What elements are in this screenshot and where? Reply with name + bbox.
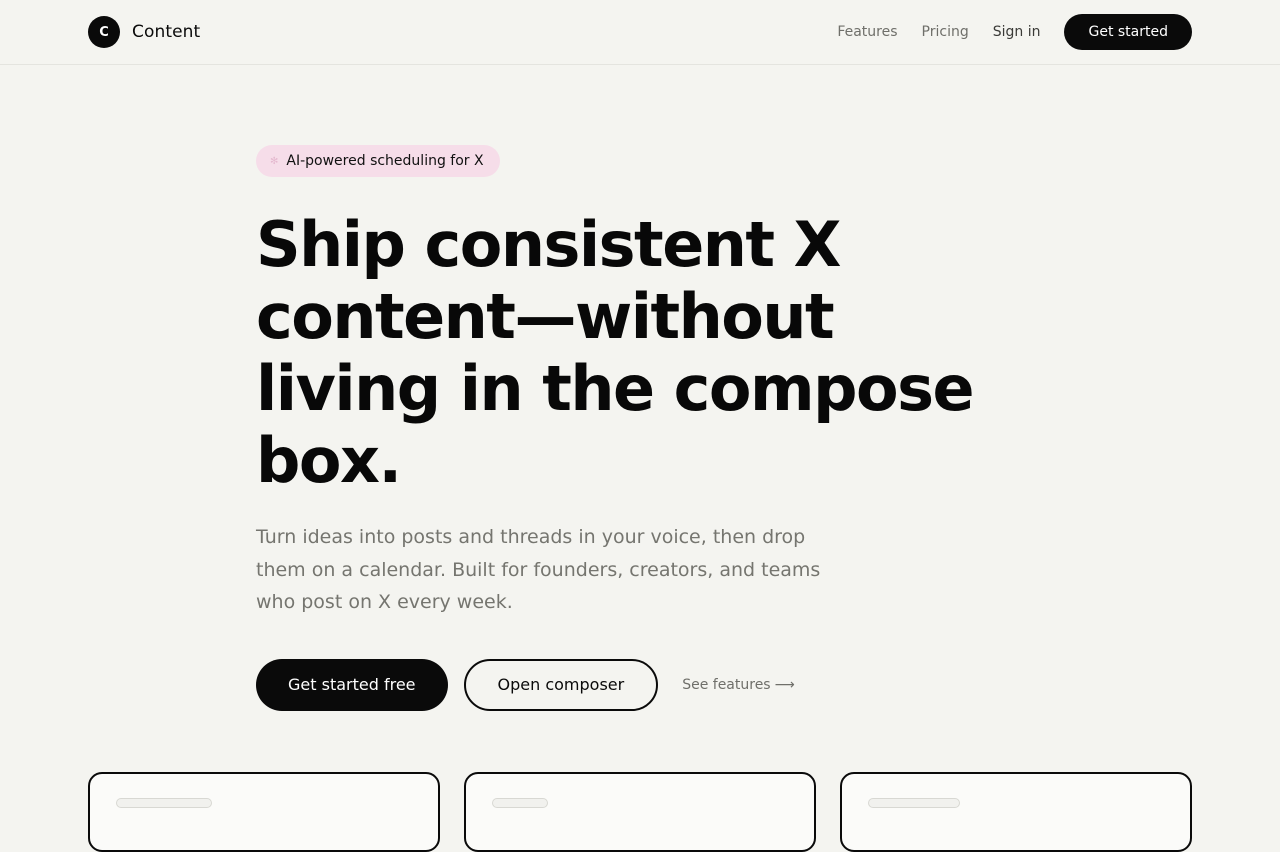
feature-card xyxy=(464,772,816,852)
feature-badge: ✻ AI-powered scheduling for X xyxy=(256,145,500,177)
brand-mark-icon: C xyxy=(88,16,120,48)
hero-subheadline: Turn ideas into posts and threads in you… xyxy=(256,526,821,613)
brand-logo-link[interactable]: C Content xyxy=(88,16,200,48)
nav-get-started-button[interactable]: Get started xyxy=(1064,14,1192,50)
nav-features-link[interactable]: Features xyxy=(837,24,897,40)
open-composer-button[interactable]: Open composer xyxy=(463,658,659,711)
sparkle-icon: ✻ xyxy=(270,155,279,167)
get-started-free-button[interactable]: Get started free xyxy=(256,658,448,711)
badge-label: AI-powered scheduling for X xyxy=(286,153,484,169)
see-features-label: See features xyxy=(682,676,771,693)
hero-cta-group: Get started free Open composer See featu… xyxy=(256,658,1036,711)
see-features-link[interactable]: See features ⟶ xyxy=(682,677,794,693)
brand-name: Content xyxy=(132,22,201,42)
feature-card xyxy=(88,772,440,852)
main-nav: Features Pricing Sign in Get started xyxy=(837,14,1192,50)
feature-cards-row xyxy=(88,772,1192,852)
feature-card xyxy=(840,772,1192,852)
nav-signin-link[interactable]: Sign in xyxy=(993,24,1041,40)
hero-headline: Ship consistent X content—without living… xyxy=(256,208,975,497)
arrow-right-icon: ⟶ xyxy=(774,676,795,693)
top-navbar: C Content Features Pricing Sign in Get s… xyxy=(0,0,1280,65)
nav-pricing-link[interactable]: Pricing xyxy=(922,24,969,40)
hero-section: ✻ AI-powered scheduling for X Ship consi… xyxy=(256,145,1036,711)
